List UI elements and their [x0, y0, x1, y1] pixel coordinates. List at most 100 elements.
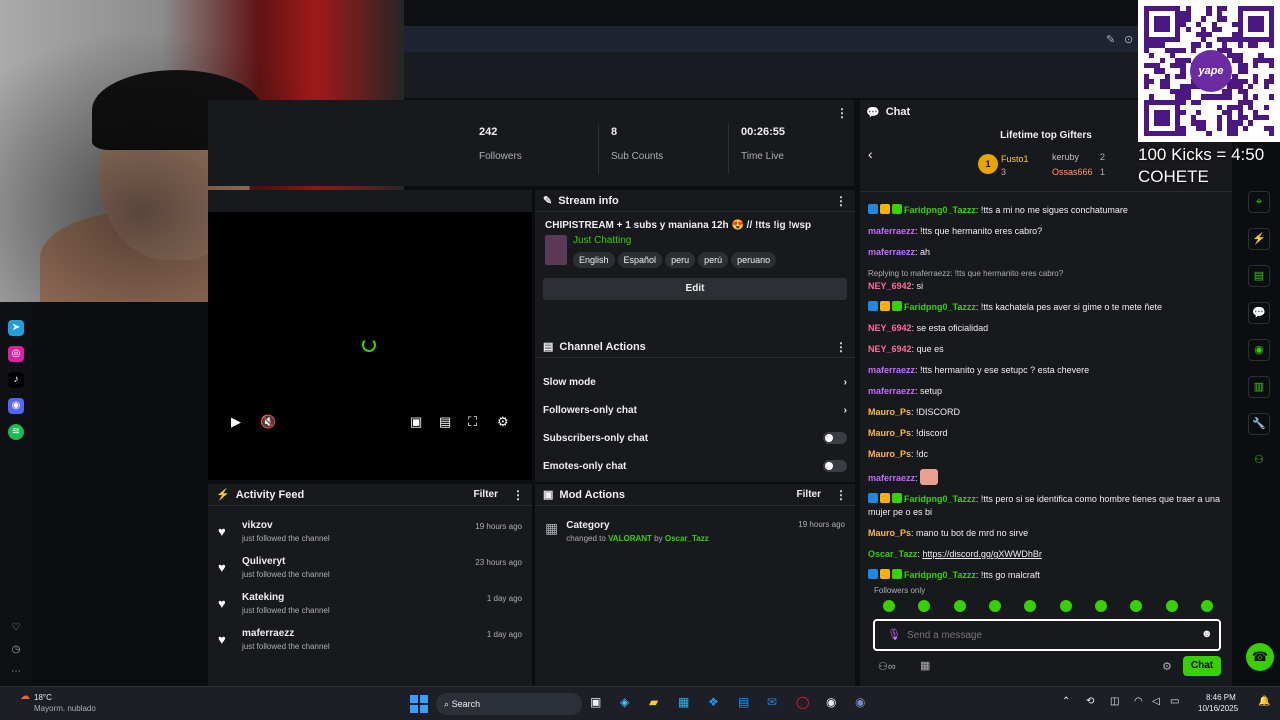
chat-input[interactable]: 🎙 ☻ [873, 619, 1221, 651]
stats-menu-icon[interactable]: ⋮ [836, 106, 848, 120]
activity-user[interactable]: Kateking [242, 592, 487, 603]
address-bar[interactable] [404, 26, 1138, 52]
chat-username[interactable]: NEY_6942 [868, 323, 912, 333]
activity-user[interactable]: maferraezz [242, 628, 487, 639]
opera-icon[interactable]: ◯ [796, 695, 809, 709]
tray-icon[interactable]: ◫ [1110, 696, 1119, 707]
tag-peruano[interactable]: peruano [731, 252, 777, 268]
chevron-left-icon[interactable]: ‹ [868, 146, 873, 162]
play-icon[interactable]: ▶ [231, 414, 241, 430]
outlook-icon[interactable]: ✉ [767, 695, 777, 709]
clock-time[interactable]: 8:46 PM [1206, 693, 1236, 702]
emote[interactable] [953, 600, 966, 612]
chevron-up-icon[interactable]: ⌃ [1062, 696, 1070, 707]
weather-text[interactable]: Mayorm. nublado [34, 704, 96, 713]
emoji-icon[interactable]: ☻ [1201, 628, 1213, 640]
chat-username[interactable]: Faridpng0_Tazzz [904, 205, 976, 215]
heart-icon[interactable]: ♡ [8, 620, 24, 636]
chat-username[interactable]: maferraezz [868, 247, 915, 257]
chat-username[interactable]: NEY_6942 [868, 281, 912, 291]
tag-peru[interactable]: peru [665, 252, 696, 268]
clock-icon[interactable]: ◷ [8, 642, 24, 658]
emotes-only-toggle[interactable] [823, 460, 847, 472]
microphone-icon[interactable]: 🎙 [887, 628, 901, 641]
send-chat-button[interactable]: Chat [1183, 656, 1221, 676]
connections-icon[interactable]: ⚇ [1248, 450, 1270, 472]
notification-icon[interactable]: 🔔 [1258, 696, 1270, 707]
chat-username[interactable]: maferraezz [868, 386, 915, 396]
obs-icon[interactable]: ◉ [826, 695, 836, 709]
chat-username[interactable]: NEY_6942 [868, 344, 912, 354]
tag-english[interactable]: English [573, 252, 615, 268]
category-thumbnail[interactable] [545, 235, 567, 265]
more-icon[interactable]: ⋯ [8, 664, 24, 680]
tiktok-icon[interactable]: ♪ [8, 372, 24, 388]
document-icon[interactable]: ▤ [1248, 265, 1270, 287]
edit-icon[interactable]: ✎ [1106, 33, 1115, 46]
emote[interactable] [883, 600, 895, 612]
subscribers-only-toggle[interactable] [823, 432, 847, 444]
gifter-name[interactable]: Fusto1 [1001, 154, 1029, 164]
activity-user[interactable]: vikzov [242, 520, 475, 531]
chat-username[interactable]: Mauro_Ps [868, 428, 911, 438]
discord-icon[interactable]: ◉ [8, 398, 24, 414]
chat-username[interactable]: Faridpng0_Tazzz [904, 570, 976, 580]
video-player[interactable] [208, 190, 532, 480]
tag-peru-accent[interactable]: perú [698, 252, 729, 268]
edit-button[interactable]: Edit [543, 278, 847, 300]
settings-icon[interactable]: ⚙ [497, 414, 509, 430]
followers-only-row[interactable]: Followers-only chat › [535, 396, 855, 424]
points-icon[interactable]: ⚇∞ [878, 660, 896, 673]
activity-filter-button[interactable]: Filter [474, 489, 498, 500]
gifter-name[interactable]: Ossas666 [1052, 167, 1093, 177]
discord-taskbar-icon[interactable]: ◉ [855, 695, 865, 709]
chat-username[interactable]: maferraezz [868, 365, 915, 375]
emote[interactable] [1165, 600, 1178, 612]
wrench-icon[interactable]: 🔧 [1248, 413, 1270, 435]
mod-actions-menu-icon[interactable]: ⋮ [835, 488, 847, 502]
mod-action-user[interactable]: Oscar_Tazz [665, 534, 709, 543]
emote[interactable] [1059, 600, 1072, 612]
telegram-icon[interactable]: ➤ [8, 320, 24, 336]
emote[interactable] [1024, 600, 1037, 612]
app-icon[interactable]: ▤ [738, 695, 749, 709]
weather-icon[interactable]: ☁ [20, 691, 30, 702]
chat-username[interactable]: Mauro_Ps [868, 528, 911, 538]
tag-espanol[interactable]: Español [617, 252, 663, 268]
spotify-icon[interactable]: ≋ [8, 424, 24, 440]
slow-mode-row[interactable]: Slow mode › [535, 368, 855, 396]
theater-icon[interactable]: ▤ [439, 414, 451, 430]
channel-actions-menu-icon[interactable]: ⋮ [835, 340, 847, 354]
chat-username[interactable]: maferraezz [868, 226, 915, 236]
pip-icon[interactable]: ▣ [410, 414, 422, 430]
chat-icon[interactable]: 💬 [1248, 302, 1270, 324]
emote[interactable] [1130, 600, 1143, 612]
chat-message-field[interactable] [907, 627, 1187, 643]
file-explorer-icon[interactable]: ▰ [649, 695, 658, 709]
chat-username[interactable]: maferraezz [868, 473, 915, 483]
support-icon[interactable]: ☎ [1246, 643, 1274, 671]
bolt-icon[interactable]: ⚡ [1248, 228, 1270, 250]
emote[interactable] [988, 600, 1001, 612]
stream-info-menu-icon[interactable]: ⋮ [835, 194, 847, 208]
scan-icon[interactable]: ⌖ [1248, 191, 1270, 213]
gifter-name[interactable]: keruby [1052, 152, 1079, 162]
activity-user[interactable]: Quliveryt [242, 556, 475, 567]
layout-icon[interactable]: ▥ [1248, 376, 1270, 398]
mod-filter-button[interactable]: Filter [797, 489, 821, 500]
chat-username[interactable]: Faridpng0_Tazzz [904, 494, 976, 504]
taskbar-search[interactable]: ⌕ Search [436, 693, 582, 715]
mod-action-category[interactable]: VALORANT [608, 534, 652, 543]
chat-text[interactable]: https://discord.gg/gXWWDhBr [922, 549, 1042, 559]
battery-icon[interactable]: ▭ [1170, 696, 1179, 707]
fullscreen-icon[interactable]: ⛶ [468, 414, 477, 430]
emote[interactable] [1200, 600, 1213, 612]
chat-username[interactable]: Mauro_Ps [868, 407, 911, 417]
broadcast-icon[interactable]: ◉ [1248, 339, 1270, 361]
store-icon[interactable]: ▦ [920, 659, 930, 672]
mute-icon[interactable]: 🔇 [260, 414, 276, 430]
volume-icon[interactable]: ◁ [1152, 696, 1160, 707]
instagram-icon[interactable]: ◎ [8, 346, 24, 362]
weather-temp[interactable]: 18°C [34, 693, 52, 702]
chat-username[interactable]: Faridpng0_Tazzz [904, 302, 976, 312]
